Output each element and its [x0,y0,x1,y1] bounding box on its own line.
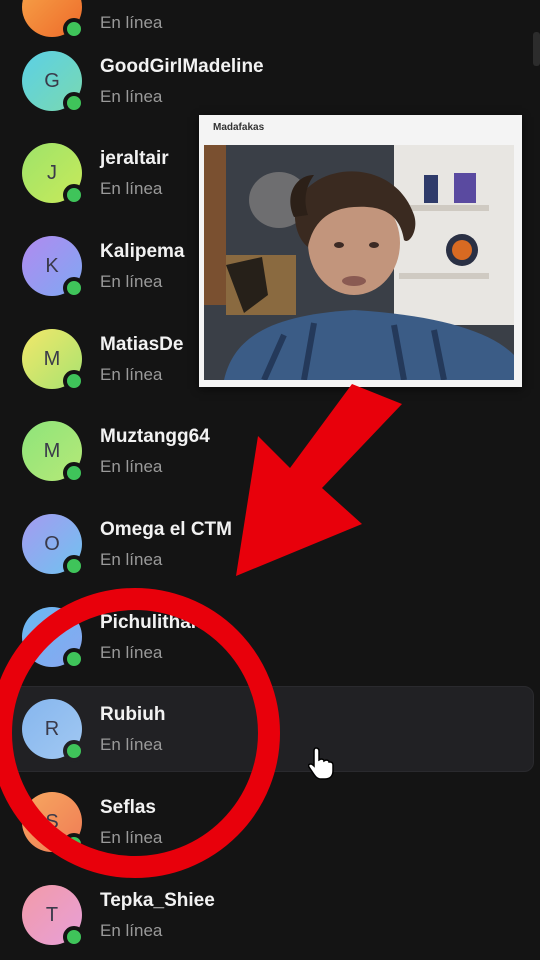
member-row-hovered[interactable]: R Rubiuh En línea [8,686,534,772]
member-row[interactable]: G GoodGirlMadeline En línea [8,38,534,124]
online-status-icon [63,555,85,577]
member-name: Tepka_Shiee [100,890,215,911]
member-row[interactable]: O Omega el CTM En línea [8,501,534,587]
online-status-icon [63,92,85,114]
avatar: T [22,885,85,948]
avatar: J [22,143,85,206]
hand-pointer-icon [307,746,334,780]
member-status: En línea [100,735,163,754]
avatar: R [22,699,85,762]
member-name: Muztangg64 [100,426,210,447]
online-status-icon [63,277,85,299]
avatar: P [22,607,85,670]
avatar [22,0,85,40]
member-status: En línea [100,550,163,569]
member-name: jeraltair [100,148,169,169]
online-status-icon [63,926,85,948]
member-row[interactable]: M Muztangg64 En línea [8,408,534,494]
member-name: Pichulithan [100,612,203,633]
webcam-feed [204,145,514,380]
member-name: Kalipema [100,241,185,262]
member-row[interactable]: S Seflas En línea [8,779,534,865]
webcam-overlay: Madafakas [199,115,522,387]
member-name: Rubiuh [100,704,166,725]
online-status-icon [63,18,85,40]
avatar: S [22,792,85,855]
webcam-title: Madafakas [213,122,265,133]
avatar: M [22,421,85,484]
member-status: En línea [100,457,163,476]
member-status: En línea [100,828,163,847]
member-row[interactable]: P Pichulithan En línea [8,594,534,680]
member-name: GoodGirlMadeline [100,56,264,77]
avatar: O [22,514,85,577]
avatar: M [22,329,85,392]
online-status-icon [63,648,85,670]
online-status-icon [63,184,85,206]
member-status: En línea [100,13,163,32]
member-row[interactable]: T Tepka_Shiee En línea [8,872,534,958]
member-status: En línea [100,272,163,291]
online-status-icon [63,740,85,762]
scrollbar[interactable] [533,32,540,66]
avatar: K [22,236,85,299]
avatar: G [22,51,85,114]
online-status-icon [63,370,85,392]
member-status: En línea [100,921,163,940]
member-status: En línea [100,87,163,106]
member-status: En línea [100,179,163,198]
online-status-icon [63,462,85,484]
member-status: En línea [100,643,163,662]
member-name: Seflas [100,797,156,818]
member-name: MatiasDe [100,334,184,355]
member-name: Omega el CTM [100,519,232,540]
member-status: En línea [100,365,163,384]
online-status-icon [63,833,85,855]
